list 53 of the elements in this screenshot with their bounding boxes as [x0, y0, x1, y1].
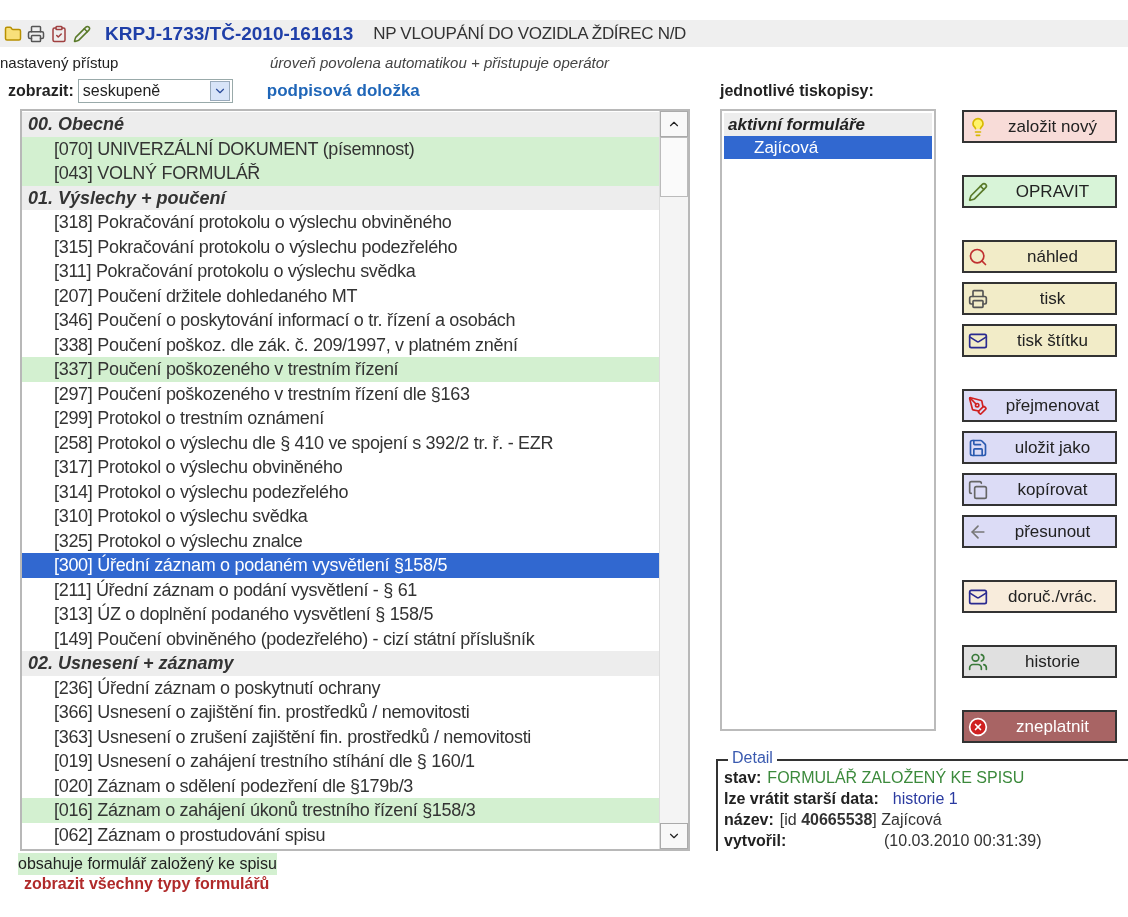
folder-icon[interactable]: [4, 24, 22, 43]
people-icon: [968, 651, 988, 672]
detail-label: název:: [724, 810, 774, 829]
action-button[interactable]: přejmenovat: [962, 389, 1117, 422]
pen-icon: [968, 395, 988, 416]
action-button[interactable]: založit nový: [962, 110, 1117, 143]
pencil-icon: [968, 181, 988, 202]
form-list-item[interactable]: [070] UNIVERZÁLNÍ DOKUMENT (písemnost): [22, 136, 659, 161]
form-list-item[interactable]: [337] Poučení poškozeného v trestním řízení: [22, 357, 659, 382]
action-button[interactable]: doruč./vrác.: [962, 580, 1117, 613]
signature-clause-link[interactable]: podpisová doložka: [266, 81, 420, 101]
access-note: úroveň povolena automatikou + přistupuje operátor: [270, 53, 609, 71]
access-label: nastavený přístup: [0, 53, 120, 71]
detail-value: FORMULÁŘ ZALOŽENÝ KE SPISU: [767, 768, 1025, 787]
action-button[interactable]: historie: [962, 645, 1117, 678]
group-header: 01. Výslechy + poučení: [22, 185, 659, 210]
form-list-item[interactable]: [043] VOLNÝ FORMULÁŘ: [22, 161, 659, 186]
detail-label: vytvořil:: [724, 831, 788, 850]
action-button[interactable]: přesunout: [962, 515, 1117, 548]
view-label: zobrazit:: [8, 82, 74, 100]
pencil-icon[interactable]: [73, 24, 91, 43]
action-button[interactable]: OPRAVIT: [962, 175, 1117, 208]
view-select[interactable]: seskupeně: [77, 79, 233, 103]
detail-value: [id 40665538] Zajícová: [779, 810, 942, 829]
printer-icon[interactable]: [27, 24, 45, 43]
legend-note: obsahuje formulář založený ke spisu: [18, 853, 277, 875]
detail-value: (10.03.2010 00:31:39): [884, 831, 1042, 850]
action-button[interactable]: náhled: [962, 240, 1117, 273]
detail-label: lze vrátit starší data:: [724, 789, 879, 808]
form-list-item[interactable]: [016] Záznam o zahájení úkonů trestního řízení §158/3: [22, 798, 659, 823]
search-icon: [968, 246, 988, 267]
case-title: NP VLOUPÁNÍ DO VOZIDLA ŽDÍREC N/D: [373, 23, 687, 44]
sheets-list-header: aktivní formuláře: [724, 113, 932, 136]
history-link[interactable]: historie 1: [892, 789, 958, 808]
case-number: KRPJ-1733/TČ-2010-161613: [105, 22, 354, 45]
sheet-item[interactable]: Zajícová: [724, 136, 932, 159]
group-header: 02. Usnesení + záznamy: [22, 651, 659, 676]
sheets-title: jednotlivé tiskopisy:: [720, 81, 875, 101]
copy-icon: [968, 479, 988, 500]
action-button[interactable]: tisk: [962, 282, 1117, 315]
printer-icon: [968, 288, 988, 309]
action-button[interactable]: tisk štítku: [962, 324, 1117, 357]
action-button[interactable]: uložit jako: [962, 431, 1117, 464]
close-icon: [968, 716, 988, 737]
form-list-item[interactable]: [300] Úřední záznam o podaném vysvětlení §158/5: [22, 553, 659, 578]
scroll-thumb[interactable]: [660, 137, 688, 197]
save-icon: [968, 437, 988, 458]
clipboard-icon[interactable]: [50, 24, 68, 43]
group-header: 00. Obecné: [22, 112, 659, 137]
action-button[interactable]: kopírovat: [962, 473, 1117, 506]
show-all-link[interactable]: zobrazit všechny typy formulářů: [24, 875, 700, 893]
detail-label: stav:: [724, 768, 762, 787]
action-button[interactable]: zneplatnit: [962, 710, 1117, 743]
